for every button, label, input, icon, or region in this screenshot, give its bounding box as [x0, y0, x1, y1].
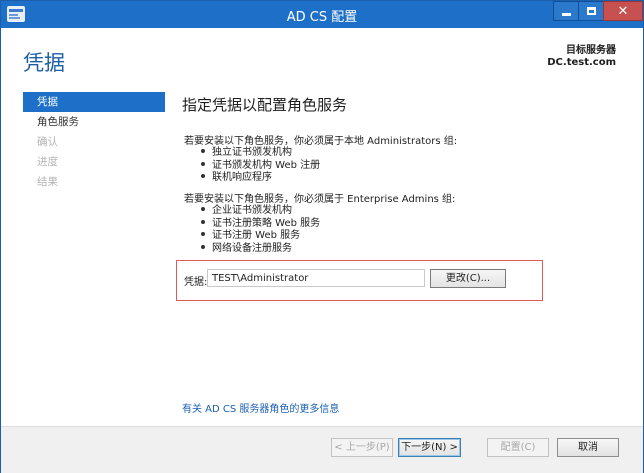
list-item: 证书注册策略 Web 服务: [201, 218, 320, 231]
section-title: 指定凭据以配置角色服务: [182, 96, 348, 114]
list-item: 联机响应程序: [201, 172, 320, 185]
list-item: 网络设备注册服务: [201, 243, 320, 256]
next-button[interactable]: 下一步(N) >: [398, 438, 461, 457]
change-credentials-button[interactable]: 更改(C)...: [430, 269, 506, 288]
nav-item-progress: 进度: [37, 156, 58, 168]
list-item: 证书注册 Web 服务: [201, 230, 320, 243]
more-info-link[interactable]: 有关 AD CS 服务器角色的更多信息: [182, 400, 339, 415]
local-admin-requirement: 若要安装以下角色服务，你必须属于本地 Administrators 组:: [184, 136, 458, 147]
nav-item-results: 结果: [37, 176, 58, 188]
minimize-icon: [561, 12, 571, 16]
title-bar[interactable]: AD CS 配置 ✕: [1, 1, 643, 28]
credentials-field[interactable]: [207, 269, 425, 287]
enterprise-admin-requirement: 若要安装以下角色服务，你必须属于 Enterprise Admins 组:: [184, 194, 456, 205]
ad-cs-config-window: AD CS 配置 ✕ 凭据 目标服务器 DC.test.com 凭据 角色服务 …: [0, 0, 644, 473]
window-title: AD CS 配置: [286, 10, 358, 25]
previous-button[interactable]: < 上一步(P): [331, 438, 393, 457]
list-item: 独立证书颁发机构: [201, 147, 320, 160]
list-item: 证书颁发机构 Web 注册: [201, 160, 320, 173]
maximize-icon: [586, 7, 596, 15]
target-server-label: 目标服务器: [566, 45, 616, 56]
maximize-button[interactable]: [578, 1, 604, 21]
minimize-button[interactable]: [553, 1, 579, 21]
enterprise-admin-service-list: 企业证书颁发机构 证书注册策略 Web 服务 证书注册 Web 服务 网络设备注…: [201, 205, 320, 255]
credentials-label: 凭据:: [184, 277, 208, 288]
nav-item-role-services[interactable]: 角色服务: [23, 112, 165, 132]
wizard-nav: 凭据 角色服务 确认 进度 结果: [23, 92, 165, 192]
nav-item-credentials[interactable]: 凭据: [23, 92, 165, 112]
local-admin-service-list: 独立证书颁发机构 证书颁发机构 Web 注册 联机响应程序: [201, 147, 320, 185]
nav-item-confirmation: 确认: [37, 136, 58, 148]
configure-button[interactable]: 配置(C): [487, 438, 549, 457]
cancel-button[interactable]: 取消: [557, 438, 619, 457]
close-icon: ✕: [617, 3, 629, 19]
page-title: 凭据: [23, 51, 65, 75]
target-server-value: DC.test.com: [547, 57, 616, 68]
close-button[interactable]: ✕: [603, 1, 643, 21]
list-item: 企业证书颁发机构: [201, 205, 320, 218]
